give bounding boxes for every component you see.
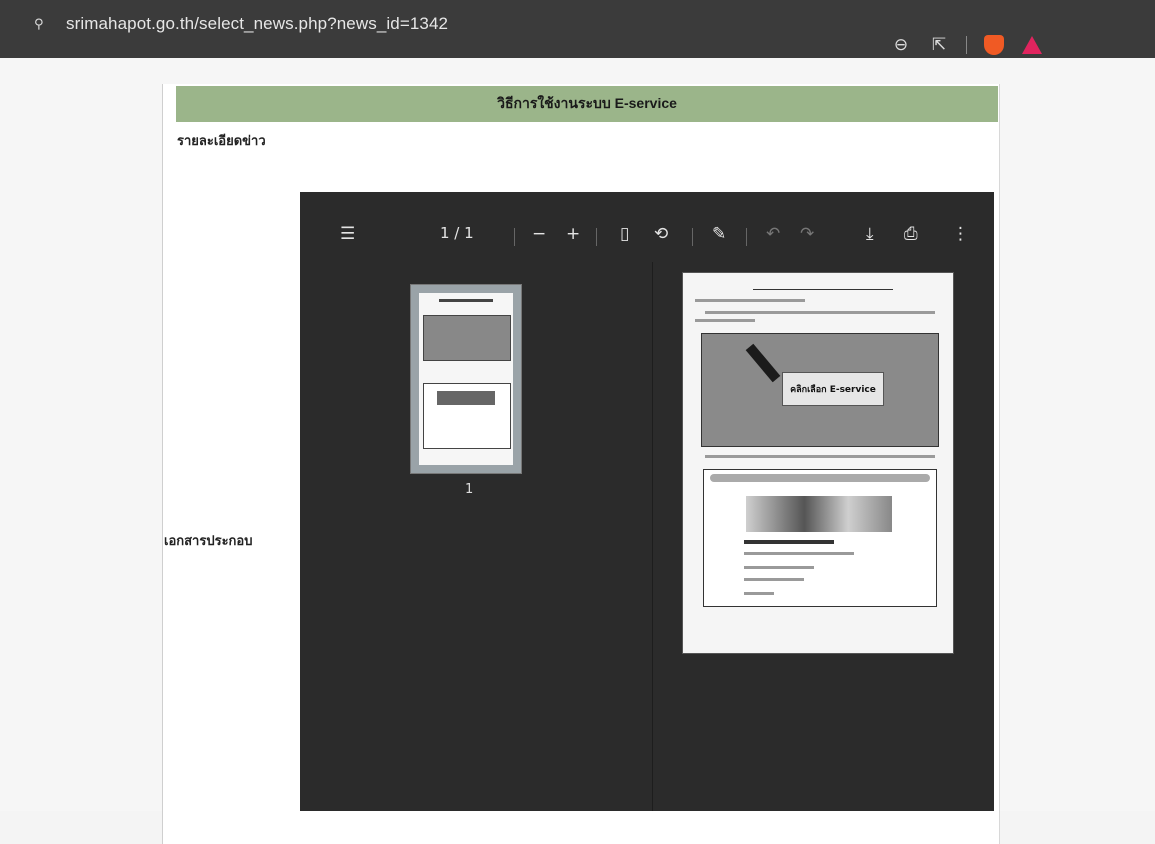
form-screenshot-image bbox=[703, 469, 937, 607]
redo-icon[interactable]: ↷ bbox=[800, 224, 814, 244]
print-icon[interactable]: ⎙ bbox=[904, 224, 918, 244]
rotate-icon[interactable]: ⟲ bbox=[654, 224, 668, 244]
news-title: วิธีการใช้งานระบบ E-service bbox=[497, 95, 677, 111]
thumbnail-image bbox=[419, 293, 513, 465]
browser-address-bar: ⚲ srimahapot.go.th/select_news.php?news_… bbox=[0, 0, 1155, 58]
zoom-icon[interactable]: ⊖ bbox=[890, 34, 912, 56]
arrow-graphic bbox=[745, 343, 781, 383]
download-icon[interactable]: ⤓ bbox=[866, 224, 874, 244]
fit-page-icon[interactable]: ▯ bbox=[620, 224, 629, 244]
toolbar-icons: ⊖ ⇱ bbox=[890, 34, 1043, 56]
thumbnail-page-number: 1 bbox=[465, 482, 474, 497]
pdf-toolbar: ☰ 1 / 1 − + ▯ ⟲ ✎ ↶ ↷ ⤓ ⎙ ⋮ bbox=[300, 206, 994, 262]
thumbnail-pane: 1 bbox=[300, 262, 653, 811]
toolbar-separator bbox=[514, 228, 515, 246]
toolbar-separator bbox=[596, 228, 597, 246]
url-text[interactable]: srimahapot.go.th/select_news.php?news_id… bbox=[66, 14, 448, 34]
menu-icon[interactable]: ☰ bbox=[340, 224, 355, 244]
website-screenshot-image: คลิกเลือก E-service bbox=[701, 333, 939, 447]
draw-annotation-icon[interactable]: ✎ bbox=[712, 224, 726, 244]
news-title-bar: วิธีการใช้งานระบบ E-service bbox=[176, 86, 998, 122]
page-indicator[interactable]: 1 / 1 bbox=[440, 224, 474, 242]
pdf-page: คลิกเลือก E-service bbox=[682, 272, 954, 654]
pdf-viewer[interactable]: ☰ 1 / 1 − + ▯ ⟲ ✎ ↶ ↷ ⤓ ⎙ ⋮ 1 คลิกเลือก … bbox=[300, 192, 994, 811]
toolbar-separator bbox=[746, 228, 747, 246]
page-thumbnail[interactable] bbox=[410, 284, 522, 474]
attachment-label: เอกสารประกอบ bbox=[164, 533, 253, 548]
news-detail-label: รายละเอียดข่าว bbox=[177, 133, 266, 148]
site-settings-icon[interactable]: ⚲ bbox=[34, 18, 52, 32]
wave-image bbox=[746, 496, 892, 532]
web-page: วิธีการใช้งานระบบ E-service รายละเอียดข่… bbox=[0, 58, 1155, 844]
toolbar-separator bbox=[966, 36, 967, 54]
brave-rewards-icon[interactable] bbox=[1021, 34, 1043, 56]
document-heading bbox=[753, 283, 893, 290]
zoom-out-button[interactable]: − bbox=[532, 224, 546, 244]
share-icon[interactable]: ⇱ bbox=[928, 34, 950, 56]
undo-icon[interactable]: ↶ bbox=[766, 224, 780, 244]
more-options-icon[interactable]: ⋮ bbox=[952, 224, 969, 244]
zoom-in-button[interactable]: + bbox=[566, 224, 580, 244]
toolbar-separator bbox=[692, 228, 693, 246]
brave-shields-icon[interactable] bbox=[983, 34, 1005, 56]
eservice-banner: คลิกเลือก E-service bbox=[782, 372, 884, 406]
